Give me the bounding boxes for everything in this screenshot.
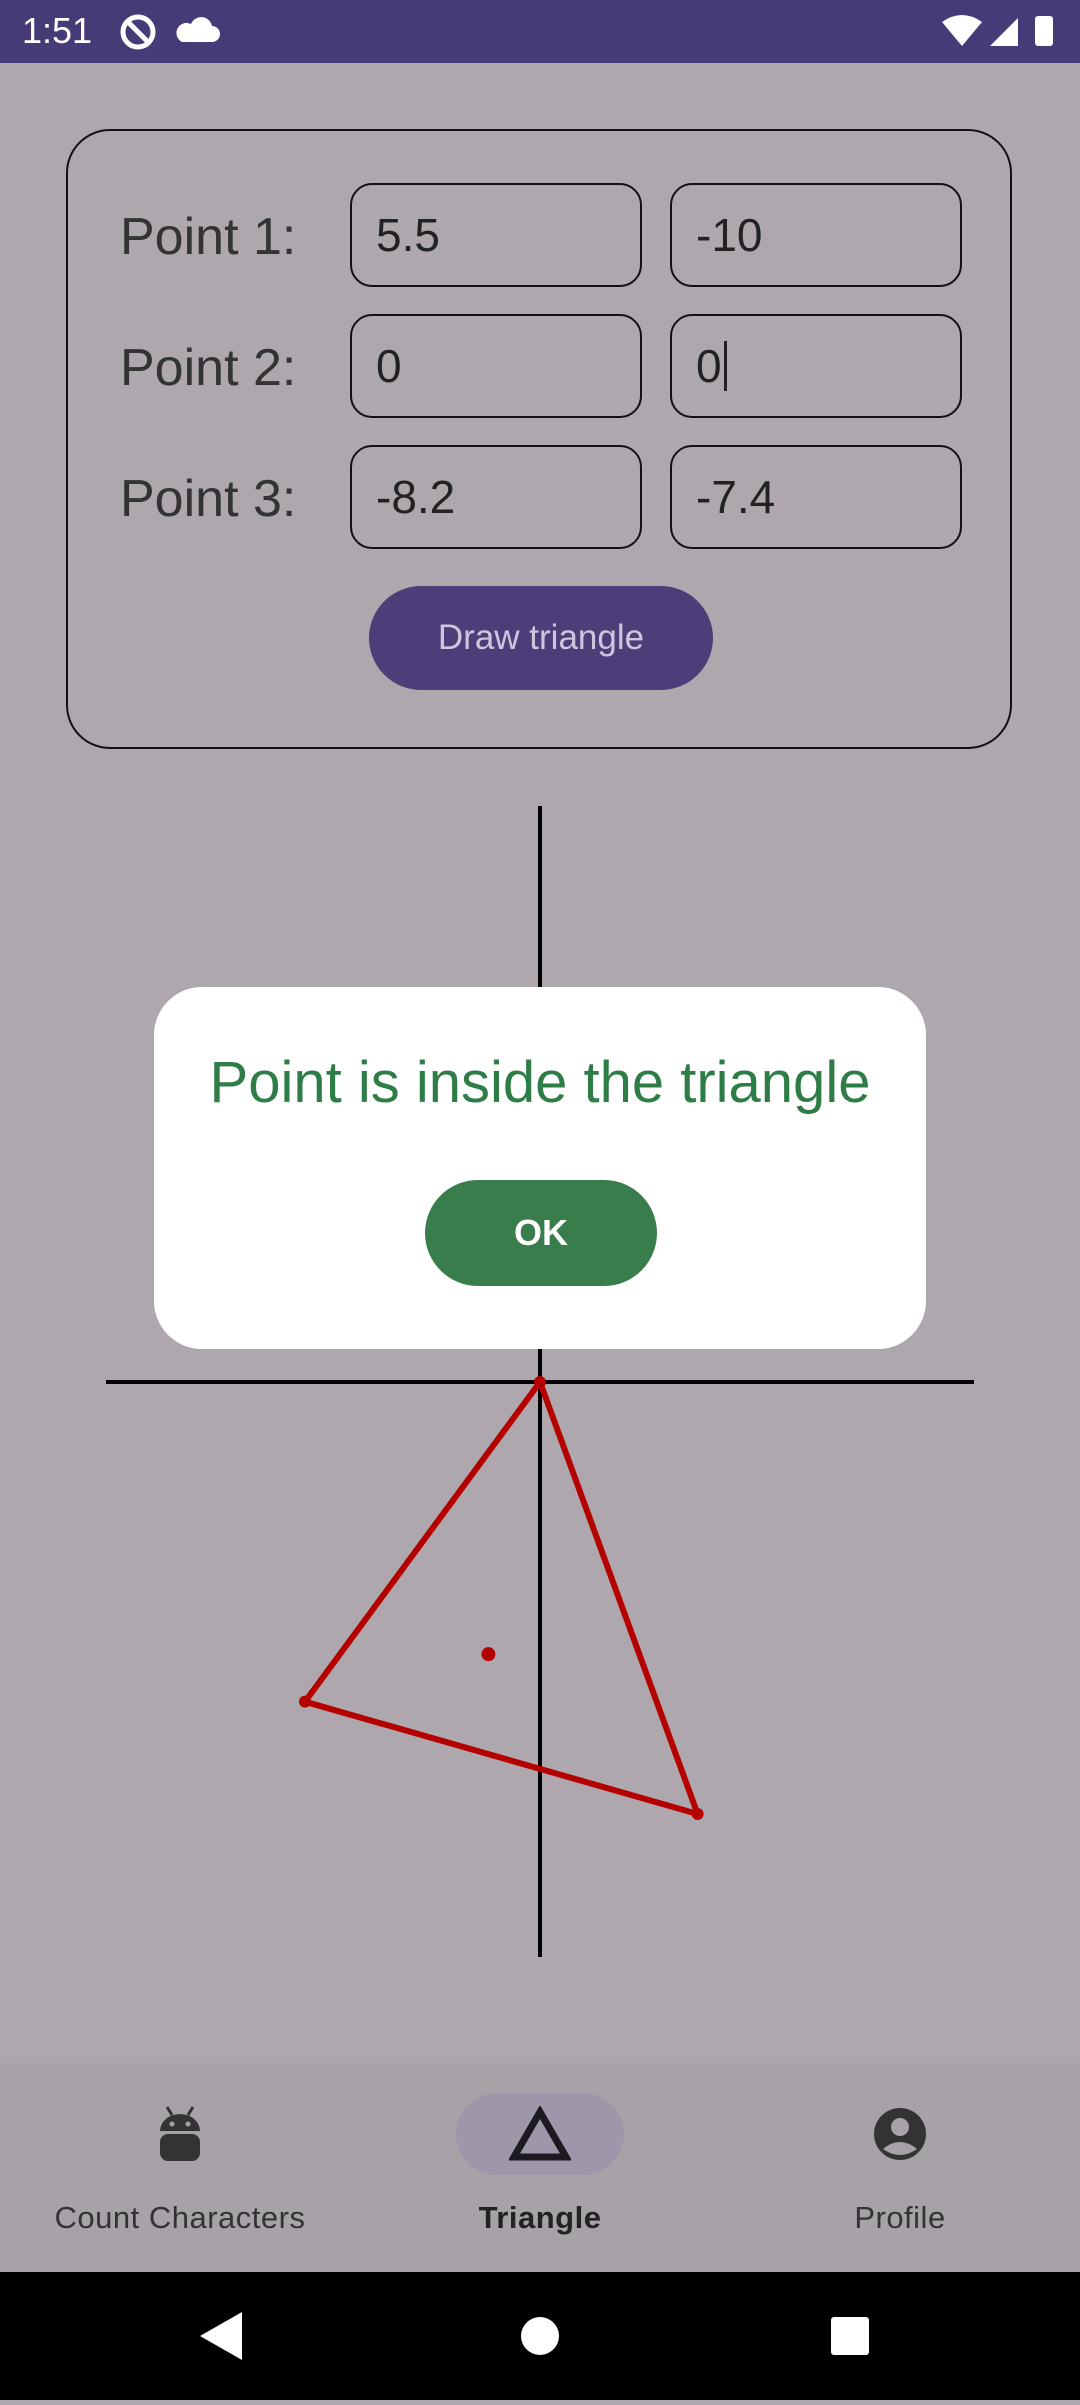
triangle-vertex-2 xyxy=(534,1376,546,1388)
point-3-label: Point 3: xyxy=(120,470,297,528)
account-circle-icon xyxy=(874,2108,926,2160)
triangle-vertex-1 xyxy=(691,1808,704,1820)
point-1-label: Point 1: xyxy=(120,208,297,266)
dialog-message: Point is inside the triangle xyxy=(209,1050,871,1115)
do-not-disturb-icon xyxy=(120,14,156,50)
nav-item-triangle[interactable]: Triangle xyxy=(360,2063,720,2272)
result-dialog: Point is inside the triangle OK xyxy=(154,987,926,1349)
signal-icon xyxy=(990,18,1018,46)
status-time: 1:51 xyxy=(22,10,93,51)
status-icons-left xyxy=(120,12,230,57)
triangle-shape xyxy=(302,1379,701,1817)
status-bar: 1:51 xyxy=(0,0,1080,63)
point-1-x-input[interactable]: 5.5 xyxy=(350,183,642,287)
points-card: Point 1: 5.5 -10 Point 2: 0 0 Point 3: -… xyxy=(66,129,1012,749)
point-2-label: Point 2: xyxy=(120,339,297,397)
nav-item-profile[interactable]: Profile xyxy=(720,2063,1080,2272)
active-indicator xyxy=(456,2093,624,2175)
draw-triangle-button[interactable]: Draw triangle xyxy=(369,586,713,690)
system-navigation-bar xyxy=(0,2272,1080,2400)
point-1-y-input[interactable]: -10 xyxy=(670,183,962,287)
ok-button[interactable]: OK xyxy=(425,1180,657,1286)
point-3-x-input[interactable]: -8.2 xyxy=(350,445,642,549)
triangle-icon xyxy=(509,2106,571,2161)
bottom-navigation: Count Characters Triangle Profile xyxy=(0,2063,1080,2272)
nav-item-count-characters[interactable]: Count Characters xyxy=(0,2063,360,2272)
home-icon[interactable] xyxy=(521,2317,559,2355)
triangle-vertex-3 xyxy=(299,1695,311,1708)
nav-label-profile: Profile xyxy=(854,2200,946,2235)
point-2-y-value: 0 xyxy=(696,340,722,392)
back-icon[interactable] xyxy=(200,2312,242,2360)
android-icon xyxy=(160,2106,200,2161)
point-3-y-input[interactable]: -7.4 xyxy=(670,445,962,549)
point-2-y-input[interactable]: 0 xyxy=(670,314,962,418)
cloud-icon xyxy=(176,17,220,42)
triangle-graph xyxy=(106,806,974,1957)
battery-icon xyxy=(1035,16,1053,46)
text-cursor xyxy=(723,341,727,391)
recents-icon[interactable] xyxy=(831,2317,869,2355)
nav-label-triangle: Triangle xyxy=(478,2200,602,2235)
status-icons-right xyxy=(940,12,1060,57)
wifi-icon xyxy=(942,15,982,46)
point-2-x-input[interactable]: 0 xyxy=(350,314,642,418)
test-point xyxy=(481,1647,496,1662)
nav-label-count-characters: Count Characters xyxy=(54,2200,306,2235)
